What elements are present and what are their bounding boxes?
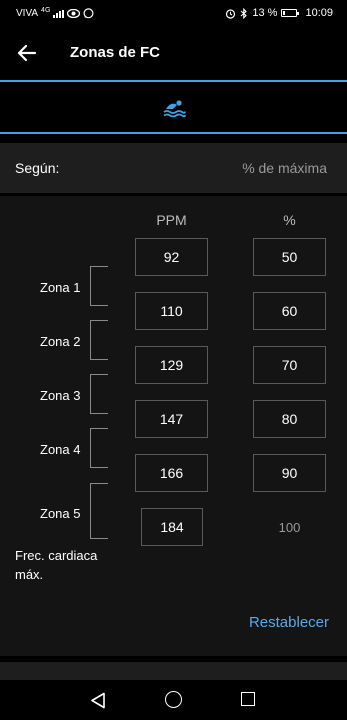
zone-label-1: Zona 1 [40,280,81,295]
whatsapp-icon [83,8,94,19]
max-hr-label-line2: máx. [15,567,44,582]
zone-bracket-2 [90,320,108,360]
activity-tab-bar [0,80,347,134]
zone-bracket-4 [90,428,108,468]
system-nav-bar [0,680,347,720]
alarm-icon [226,8,236,19]
bottom-divider [0,662,347,680]
bluetooth-icon [241,7,248,19]
zone-label-5: Zona 5 [40,506,81,521]
ppm-input-4[interactable]: 147 [135,400,208,438]
pct-input-1[interactable]: 50 [253,238,326,276]
col-header-ppm: PPM [156,212,187,228]
zone-bracket-1 [90,266,108,306]
battery-icon [281,9,300,17]
pct-input-5[interactable]: 90 [253,454,326,492]
zone-bracket-3 [90,374,108,414]
eye-icon [67,9,81,18]
nav-recents-icon[interactable] [241,692,255,706]
battery-percent: 13 % [252,7,278,19]
zone-bracket-5 [90,483,108,539]
zones-panel: PPM % 92 110 129 147 166 184 50 60 70 80… [0,196,347,656]
pct-input-2[interactable]: 60 [253,292,326,330]
swimming-icon[interactable] [162,98,186,118]
arrow-left-icon[interactable] [14,40,40,66]
reset-button[interactable]: Restablecer [249,614,329,631]
nav-home-icon[interactable] [165,691,182,708]
ppm-input-max[interactable]: 184 [141,508,203,546]
status-right: 13 % 10:09 [225,7,333,19]
network-type: 4G [41,7,51,14]
status-bar: VIVA 4G 13 % 10:09 [0,0,347,28]
segun-selector[interactable]: Según: % de máxima [0,143,347,193]
status-left: VIVA 4G [16,7,94,19]
signal-icon [53,9,65,18]
max-hr-label: Frec. cardiaca máx. [15,546,97,584]
max-hr-label-line1: Frec. cardiaca [15,548,98,563]
col-header-pct: % [283,212,296,228]
ppm-input-2[interactable]: 110 [135,292,208,330]
pct-max-value: 100 [278,520,301,535]
segun-label: Según: [15,160,60,176]
pct-input-4[interactable]: 80 [253,400,326,438]
ppm-input-3[interactable]: 129 [135,346,208,384]
zone-label-2: Zona 2 [40,334,81,349]
clock: 10:09 [305,7,333,19]
pct-input-3[interactable]: 70 [253,346,326,384]
segun-value[interactable]: % de máxima [242,160,327,176]
zone-label-3: Zona 3 [40,388,81,403]
ppm-input-1[interactable]: 92 [135,238,208,276]
nav-back-icon[interactable] [90,692,106,709]
page-title: Zonas de FC [70,44,161,61]
carrier-name: VIVA [16,8,39,19]
zone-label-4: Zona 4 [40,442,81,457]
ppm-input-5[interactable]: 166 [135,454,208,492]
